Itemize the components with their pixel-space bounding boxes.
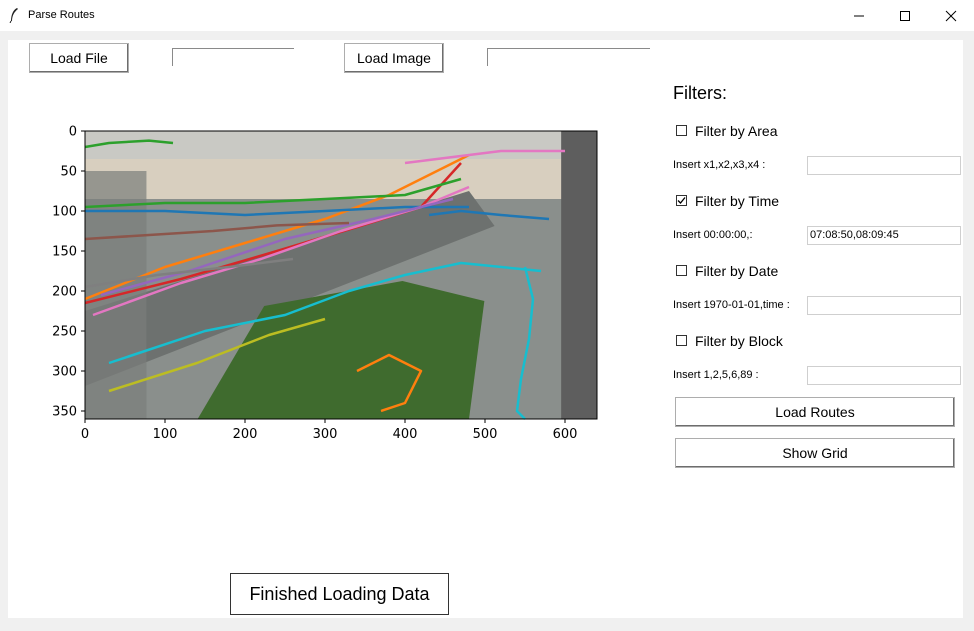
- filter-time-checkbox[interactable]: [676, 195, 687, 206]
- y-tick-label: 150: [52, 245, 77, 260]
- maximize-button[interactable]: [882, 0, 928, 31]
- date-insert-label: Insert 1970-01-01,time :: [673, 299, 790, 311]
- area-insert-label: Insert x1,x2,x3,x4 :: [673, 159, 766, 171]
- y-tick-label: 250: [52, 325, 77, 340]
- status-label: Finished Loading Data: [230, 573, 449, 615]
- y-tick-label: 300: [52, 365, 77, 380]
- x-tick-label: 400: [393, 427, 418, 442]
- checkmark-icon: [677, 197, 686, 204]
- filter-area-checkbox[interactable]: [676, 125, 687, 136]
- maximize-icon: [900, 11, 910, 21]
- filter-block-checkbox[interactable]: [676, 335, 687, 346]
- close-icon: [945, 10, 957, 22]
- x-tick-label: 600: [553, 427, 578, 442]
- show-grid-button[interactable]: Show Grid: [675, 438, 955, 468]
- file-path-field[interactable]: [172, 48, 294, 66]
- x-tick-label: 500: [473, 427, 498, 442]
- feather-icon: [9, 8, 18, 23]
- window-title: Parse Routes: [28, 9, 95, 21]
- filter-block-label[interactable]: Filter by Block: [695, 333, 783, 349]
- minimize-icon: [854, 15, 864, 17]
- y-tick-label: 350: [52, 405, 77, 420]
- y-tick-label: 50: [60, 165, 77, 180]
- area-input[interactable]: [807, 156, 961, 175]
- load-file-button[interactable]: Load File: [29, 43, 129, 73]
- block-input[interactable]: [807, 366, 961, 385]
- minimize-button[interactable]: [836, 0, 882, 31]
- block-insert-label: Insert 1,2,5,6,89 :: [673, 369, 759, 381]
- filter-area-label[interactable]: Filter by Area: [695, 123, 777, 139]
- x-tick-label: 300: [313, 427, 338, 442]
- filter-date-checkbox[interactable]: [676, 265, 687, 276]
- x-tick-label: 200: [233, 427, 258, 442]
- title-bar: Parse Routes: [0, 0, 974, 31]
- routes-plot: 0 100 200 300 400 500 600 0 50 100 150 200 250 300 350: [50, 120, 610, 450]
- filters-heading: Filters:: [673, 83, 727, 103]
- image-path-field[interactable]: [487, 48, 650, 66]
- x-tick-label: 0: [81, 427, 89, 442]
- filter-time-label[interactable]: Filter by Time: [695, 193, 779, 209]
- y-tick-label: 100: [52, 205, 77, 220]
- load-routes-button[interactable]: Load Routes: [675, 397, 955, 427]
- y-tick-label: 200: [52, 285, 77, 300]
- background-buildings: [85, 131, 597, 159]
- y-tick-label: 0: [69, 125, 77, 140]
- filter-date-label[interactable]: Filter by Date: [695, 263, 778, 279]
- time-input[interactable]: 07:08:50,08:09:45: [807, 226, 961, 245]
- routes-plot-svg: 0 100 200 300 400 500 600 0 50 100 150 200 250 300 350: [52, 125, 598, 442]
- close-button[interactable]: [928, 0, 974, 31]
- time-insert-label: Insert 00:00:00,:: [673, 229, 753, 241]
- date-input[interactable]: [807, 296, 961, 315]
- load-image-button[interactable]: Load Image: [344, 43, 444, 73]
- background-pillar: [561, 131, 597, 419]
- background-sand: [85, 159, 597, 199]
- x-tick-label: 100: [153, 427, 178, 442]
